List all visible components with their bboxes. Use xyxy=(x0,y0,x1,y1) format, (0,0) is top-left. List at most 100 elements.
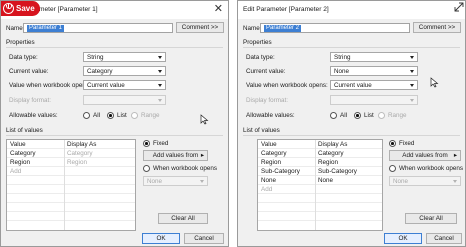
current-value-value: None xyxy=(334,68,350,75)
workbook-field-dropdown: None xyxy=(389,176,461,186)
workbook-opens-dropdown[interactable]: Current value xyxy=(330,80,418,90)
current-value-dropdown[interactable]: None xyxy=(330,66,418,76)
list-item-value: Region xyxy=(261,159,281,166)
clear-all-button[interactable]: Clear All xyxy=(158,213,208,224)
list-item-display: Category xyxy=(318,150,344,157)
list-item-value: Category xyxy=(261,150,287,157)
column-divider xyxy=(315,140,316,230)
comment-button[interactable]: Comment >> xyxy=(413,22,461,33)
chevron-down-icon xyxy=(410,56,414,59)
column-divider xyxy=(64,140,65,230)
list-empty-row xyxy=(7,212,135,221)
list-item-display: Category xyxy=(67,150,93,157)
list-item[interactable]: Category Category xyxy=(7,149,135,158)
data-type-dropdown[interactable]: String xyxy=(330,52,418,62)
fixed-radio[interactable] xyxy=(143,140,150,147)
list-item-value: None xyxy=(261,177,277,184)
list-item-value: Category xyxy=(10,150,36,157)
name-input[interactable]: Parameter 1 xyxy=(23,23,173,33)
workbook-opens-dropdown[interactable]: Current value xyxy=(83,80,166,90)
close-icon[interactable]: ✕ xyxy=(214,3,223,15)
chevron-down-icon xyxy=(158,84,162,87)
expand-icon[interactable] xyxy=(454,2,464,12)
data-type-value: String xyxy=(87,54,104,61)
list-empty-row xyxy=(7,203,135,212)
allowable-values-label: Allowable values: xyxy=(9,112,58,119)
name-input[interactable]: Parameter 2 xyxy=(260,23,410,33)
data-type-label: Data type: xyxy=(246,54,275,61)
display-format-label: Display format: xyxy=(246,97,288,104)
when-workbook-opens-label: When workbook opens xyxy=(153,165,218,172)
ok-button[interactable]: OK xyxy=(384,233,422,244)
list-item[interactable]: Sub-Category Sub-Category xyxy=(258,167,382,176)
allow-range-label: Range xyxy=(388,112,407,119)
allow-range-radio xyxy=(378,112,385,119)
allow-all-radio[interactable] xyxy=(330,112,337,119)
chevron-down-icon xyxy=(158,56,162,59)
list-item-display: Region xyxy=(318,159,338,166)
name-input-value: Parameter 2 xyxy=(264,25,302,32)
allow-list-radio[interactable] xyxy=(107,112,114,119)
list-add-row[interactable]: Add xyxy=(258,185,382,194)
list-item[interactable]: Region Region xyxy=(7,158,135,167)
list-item[interactable]: Region Region xyxy=(258,158,382,167)
allow-all-radio[interactable] xyxy=(83,112,90,119)
list-empty-row xyxy=(7,185,135,194)
add-values-from-label: Add values from xyxy=(152,152,199,159)
workbook-field-value: None xyxy=(393,178,409,185)
workbook-opens-value: Current value xyxy=(87,82,125,89)
values-list[interactable]: Value Display As Category Category Regio… xyxy=(257,139,383,231)
current-value-label: Current value: xyxy=(9,68,49,75)
chevron-down-icon xyxy=(453,180,457,183)
cancel-button[interactable]: Cancel xyxy=(426,233,462,244)
allow-range-radio xyxy=(131,112,138,119)
data-type-value: String xyxy=(334,54,351,61)
list-item[interactable]: None None xyxy=(258,176,382,185)
workbook-opens-label: Value when workbook opens: xyxy=(246,82,328,89)
edit-parameter-dialog-1: meter [Parameter 1] ✕ Save Name: Paramet… xyxy=(0,0,229,247)
data-type-dropdown[interactable]: String xyxy=(83,52,166,62)
list-empty-row xyxy=(258,194,382,203)
allow-all-label: All xyxy=(340,112,347,119)
ok-button[interactable]: OK xyxy=(142,233,180,244)
values-list[interactable]: Value Display As Category Category Regio… xyxy=(6,139,136,231)
current-value-label: Current value: xyxy=(246,68,286,75)
list-item-value: Region xyxy=(10,159,30,166)
chevron-down-icon xyxy=(158,99,162,102)
data-type-label: Data type: xyxy=(9,54,38,61)
clear-all-button[interactable]: Clear All xyxy=(405,213,457,224)
chevron-down-icon xyxy=(410,70,414,73)
list-item[interactable]: Category Category xyxy=(258,149,382,158)
chevron-down-icon xyxy=(410,84,414,87)
col-display-header: Display As xyxy=(318,141,348,148)
add-values-from-label: Add values from xyxy=(402,152,448,159)
when-workbook-opens-radio[interactable] xyxy=(143,165,150,172)
display-format-dropdown xyxy=(330,95,418,105)
list-empty-row xyxy=(258,212,382,221)
list-empty-row xyxy=(258,203,382,212)
col-value-header: Value xyxy=(10,141,26,148)
fixed-label: Fixed xyxy=(399,140,415,147)
fixed-radio[interactable] xyxy=(389,140,396,147)
properties-divider xyxy=(243,47,460,48)
comment-button[interactable]: Comment >> xyxy=(176,22,224,33)
allow-list-radio[interactable] xyxy=(354,112,361,119)
fixed-label: Fixed xyxy=(153,140,169,147)
add-values-from-button[interactable]: Add values from ▸ xyxy=(389,150,461,161)
chevron-down-icon xyxy=(200,180,204,183)
list-item-display: Region xyxy=(67,159,87,166)
list-of-values-heading: List of values xyxy=(243,127,280,134)
current-value-value: Category xyxy=(87,68,113,75)
when-workbook-opens-radio[interactable] xyxy=(389,165,396,172)
power-icon xyxy=(3,3,14,14)
list-empty-row xyxy=(7,176,135,185)
list-add-row[interactable]: Add xyxy=(7,167,135,176)
dialog-title: Edit Parameter [Parameter 2] xyxy=(243,6,329,13)
save-overlay-button[interactable]: Save xyxy=(1,1,40,16)
triangle-right-icon: ▸ xyxy=(200,152,204,159)
current-value-dropdown[interactable]: Category xyxy=(83,66,166,76)
add-values-from-button[interactable]: Add values from ▸ xyxy=(143,150,208,161)
chevron-down-icon xyxy=(410,99,414,102)
allow-list-label: List xyxy=(117,112,127,119)
cancel-button[interactable]: Cancel xyxy=(184,233,224,244)
